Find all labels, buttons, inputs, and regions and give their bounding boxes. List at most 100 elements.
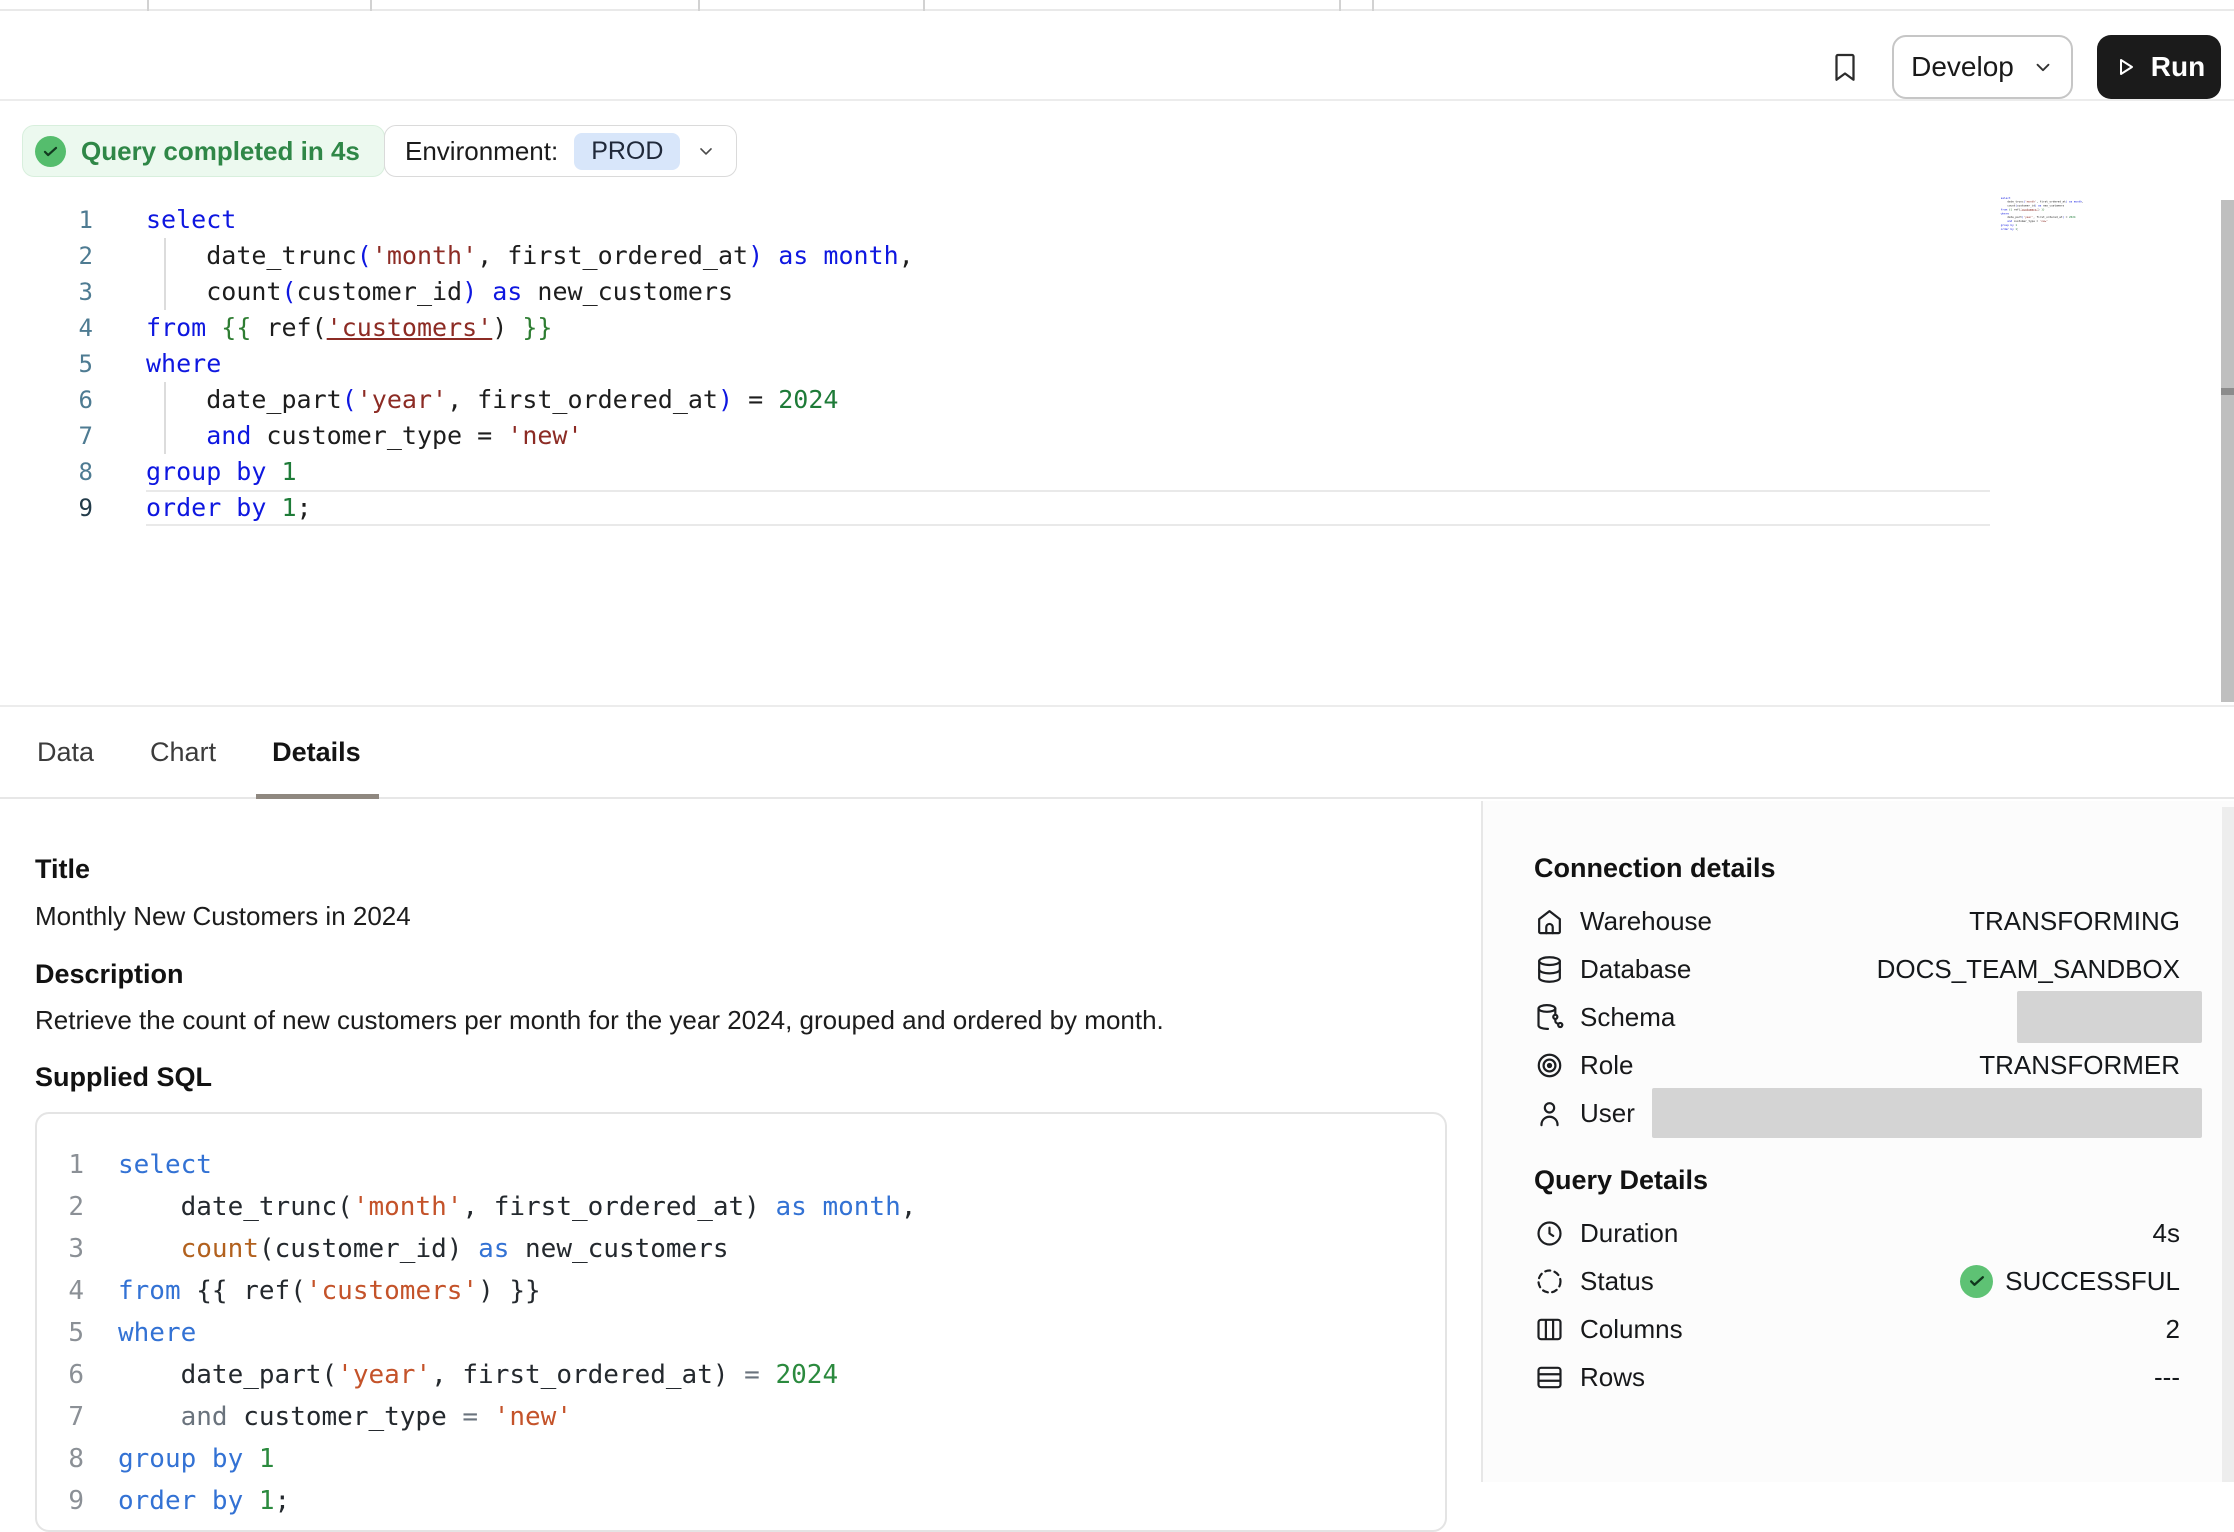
code-text: from {{ ref('customers') }} bbox=[146, 310, 552, 346]
active-line-highlight bbox=[146, 490, 1990, 526]
title-value: Monthly New Customers in 2024 bbox=[35, 898, 411, 934]
editor-code[interactable]: 1 select2 date_trunc('month', first_order… bbox=[0, 202, 2234, 526]
row-value-text: 4s bbox=[2153, 1218, 2180, 1249]
code-text: date_part('year', first_ordered_at) = 20… bbox=[118, 1354, 838, 1396]
row-value-text: DOCS_TEAM_SANDBOX bbox=[1877, 954, 2180, 985]
code-line[interactable]: 4 from {{ ref('customers') }} bbox=[0, 310, 2234, 346]
code-line[interactable]: 8 group by 1 bbox=[0, 454, 2234, 490]
row-value-text: TRANSFORMING bbox=[1969, 906, 2180, 937]
tab-separator bbox=[1339, 0, 1341, 11]
row-label: Duration bbox=[1580, 1218, 1678, 1249]
environment-value-pill: PROD bbox=[574, 133, 680, 170]
clock-icon bbox=[1534, 1218, 1565, 1249]
code-line: 7 and customer_type = 'new' bbox=[37, 1396, 1445, 1438]
connection-row-database: DatabaseDOCS_TEAM_SANDBOX bbox=[1483, 945, 2234, 993]
description-value: Retrieve the count of new customers per … bbox=[35, 1002, 1164, 1038]
code-text: count(customer_id) as new_customers bbox=[118, 1228, 729, 1270]
develop-button-label: Develop bbox=[1911, 51, 2014, 83]
code-line[interactable]: 1 select bbox=[0, 202, 2234, 238]
tab-separator bbox=[923, 0, 925, 11]
line-number: 4 bbox=[0, 310, 93, 346]
row-value-text: TRANSFORMER bbox=[1979, 1050, 2180, 1081]
line-number: 6 bbox=[0, 382, 93, 418]
warehouse-icon bbox=[1534, 906, 1565, 937]
code-line[interactable]: 3 count(customer_id) as new_customers bbox=[0, 274, 2234, 310]
schema-icon bbox=[1534, 1002, 1565, 1033]
row-value: SUCCESSFUL bbox=[1960, 1265, 2180, 1298]
line-number: 9 bbox=[37, 1480, 84, 1522]
tab-data[interactable]: Data bbox=[35, 707, 96, 797]
query-row-columns: Columns 2 bbox=[1483, 1305, 2234, 1353]
row-label: Columns bbox=[1580, 1314, 1683, 1345]
line-number: 6 bbox=[37, 1354, 84, 1396]
indent-guide bbox=[164, 382, 166, 454]
line-number: 5 bbox=[0, 346, 93, 382]
row-label: Warehouse bbox=[1580, 906, 1712, 937]
code-text: group by 1 bbox=[146, 454, 297, 490]
indent-guide bbox=[164, 238, 166, 310]
line-number: 1 bbox=[0, 202, 93, 238]
line-number: 8 bbox=[37, 1438, 84, 1480]
code-text: count(customer_id) as new_customers bbox=[146, 274, 733, 310]
code-line[interactable]: 7 and customer_type = 'new' bbox=[0, 418, 2234, 454]
code-text: and customer_type = 'new' bbox=[118, 1396, 572, 1438]
supplied-sql-block: 1select2 date_trunc('month', first_order… bbox=[35, 1112, 1447, 1532]
code-line: order by 1; bbox=[1995, 227, 2103, 231]
line-number: 3 bbox=[0, 274, 93, 310]
code-line: 1select bbox=[37, 1144, 1445, 1186]
row-label: Role bbox=[1580, 1050, 1633, 1081]
details-panel: Title Monthly New Customers in 2024 Desc… bbox=[0, 801, 2234, 1482]
query-status-badge: Query completed in 4s bbox=[22, 125, 385, 177]
code-text: group by 1 bbox=[118, 1438, 275, 1480]
environment-select[interactable]: Environment: PROD bbox=[384, 125, 737, 177]
row-value: DOCS_TEAM_SANDBOX bbox=[1877, 954, 2180, 985]
code-line[interactable]: 6 date_part('year', first_ordered_at) = … bbox=[0, 382, 2234, 418]
query-row-rows: Rows --- bbox=[1483, 1353, 2234, 1401]
row-value bbox=[1652, 1088, 2180, 1138]
supplied-sql-heading: Supplied SQL bbox=[35, 1059, 212, 1095]
code-line: 5 where bbox=[37, 1312, 1445, 1354]
code-line[interactable]: 5where bbox=[0, 346, 2234, 382]
code-text: date_trunc('month', first_ordered_at) as… bbox=[146, 238, 914, 274]
row-label: User bbox=[1580, 1098, 1635, 1129]
run-button[interactable]: Run bbox=[2097, 35, 2221, 99]
chevron-down-icon bbox=[2032, 56, 2054, 78]
code-text: select bbox=[146, 202, 236, 238]
row-label: Rows bbox=[1580, 1362, 1645, 1393]
row-value: --- bbox=[2154, 1362, 2180, 1393]
connection-row-user: User bbox=[1483, 1089, 2234, 1137]
row-value: 4s bbox=[2153, 1218, 2180, 1249]
row-label: Schema bbox=[1580, 1002, 1675, 1033]
connection-row-schema: Schema bbox=[1483, 993, 2234, 1041]
develop-button[interactable]: Develop bbox=[1892, 35, 2073, 99]
toolbar: Develop Run bbox=[0, 13, 2234, 101]
code-line[interactable]: 2 date_trunc('month', first_ordered_at) … bbox=[0, 238, 2234, 274]
status-icon bbox=[1534, 1266, 1565, 1297]
redacted-value bbox=[1652, 1088, 2202, 1138]
redacted-value bbox=[2017, 991, 2202, 1043]
tab-chart[interactable]: Chart bbox=[148, 707, 218, 797]
details-scrollbar[interactable] bbox=[2222, 807, 2234, 1482]
environment-label: Environment: bbox=[405, 136, 558, 167]
code-text: order by 1; bbox=[2001, 227, 2019, 231]
tab-details[interactable]: Details bbox=[270, 707, 363, 797]
line-number: 7 bbox=[37, 1396, 84, 1438]
line-number: 4 bbox=[37, 1270, 84, 1312]
row-value-text: 2 bbox=[2166, 1314, 2180, 1345]
line-number: 1 bbox=[37, 1144, 84, 1186]
line-number: 8 bbox=[0, 454, 93, 490]
query-row-duration: Duration 4s bbox=[1483, 1209, 2234, 1257]
code-text: where bbox=[118, 1312, 196, 1354]
tab-label: Chart bbox=[150, 737, 216, 768]
editor-scrollbar[interactable] bbox=[2221, 200, 2234, 702]
editor-minimap[interactable]: select date_trunc('month', first_ordered… bbox=[1995, 196, 2105, 250]
row-value: TRANSFORMING bbox=[1969, 906, 2180, 937]
code-line[interactable]: 9order by 1; bbox=[0, 490, 2234, 526]
play-icon bbox=[2113, 55, 2137, 79]
row-value-text: SUCCESSFUL bbox=[2005, 1266, 2180, 1297]
tab-separator bbox=[1372, 0, 1374, 11]
line-number: 5 bbox=[37, 1312, 84, 1354]
sql-editor[interactable]: 1 select2 date_trunc('month', first_order… bbox=[0, 200, 2234, 705]
bookmark-icon[interactable] bbox=[1828, 47, 1862, 87]
description-heading: Description bbox=[35, 956, 184, 992]
